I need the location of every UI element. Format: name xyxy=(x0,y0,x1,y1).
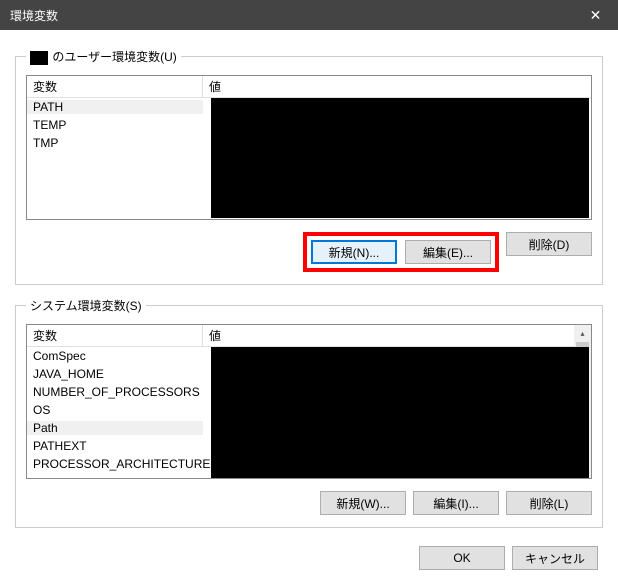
variable-name: TMP xyxy=(27,136,203,150)
new-user-var-button[interactable]: 新規(N)... xyxy=(311,240,397,264)
column-header-value[interactable]: 値 xyxy=(203,76,591,97)
variable-name: JAVA_HOME xyxy=(27,367,203,381)
column-header-variable[interactable]: 変数 xyxy=(27,325,203,346)
variable-name: OS xyxy=(27,403,203,417)
redacted-username xyxy=(30,51,48,65)
variable-name: Path xyxy=(27,421,203,435)
window-title: 環境変数 xyxy=(10,7,58,24)
user-legend: のユーザー環境変数(U) xyxy=(26,48,181,65)
delete-user-var-button[interactable]: 削除(D) xyxy=(506,232,592,256)
dialog-button-row: OK キャンセル xyxy=(15,546,603,570)
edit-system-var-button[interactable]: 編集(I)... xyxy=(413,491,499,515)
table-header: 変数 値 xyxy=(27,76,591,98)
scroll-up-icon[interactable]: ▴ xyxy=(574,325,591,342)
column-header-variable[interactable]: 変数 xyxy=(27,76,203,97)
system-variables-table[interactable]: 変数 値 ▴ ▾ ComSpec JAVA_HOME NUMBER_OF_PRO… xyxy=(26,324,592,479)
user-variables-table[interactable]: 変数 値 PATH TEMP TMP xyxy=(26,75,592,220)
new-system-var-button[interactable]: 新規(W)... xyxy=(320,491,406,515)
close-icon: ✕ xyxy=(590,7,602,24)
system-button-row: 新規(W)... 編集(I)... 削除(L) xyxy=(26,491,592,515)
user-variables-group: のユーザー環境変数(U) 変数 値 PATH TEMP TMP 新規(N)...… xyxy=(15,48,603,285)
column-header-value[interactable]: 値 xyxy=(203,325,591,346)
user-button-row: 新規(N)... 編集(E)... 削除(D) xyxy=(26,232,592,272)
variable-name: TEMP xyxy=(27,118,203,132)
redacted-values xyxy=(211,347,589,478)
variable-name: PROCESSOR_ARCHITECTURE xyxy=(27,457,203,471)
titlebar: 環境変数 ✕ xyxy=(0,0,618,30)
variable-name: ComSpec xyxy=(27,349,203,363)
cancel-button[interactable]: キャンセル xyxy=(512,546,598,570)
system-variables-group: システム環境変数(S) 変数 値 ▴ ▾ ComSpec JAVA_HOME N… xyxy=(15,297,603,528)
ok-button[interactable]: OK xyxy=(419,546,505,570)
system-legend: システム環境変数(S) xyxy=(26,297,146,314)
variable-name: NUMBER_OF_PROCESSORS xyxy=(27,385,203,399)
close-button[interactable]: ✕ xyxy=(573,0,618,30)
edit-user-var-button[interactable]: 編集(E)... xyxy=(405,240,491,264)
highlight-annotation: 新規(N)... 編集(E)... xyxy=(303,232,499,272)
variable-name: PATHEXT xyxy=(27,439,203,453)
content-area: のユーザー環境変数(U) 変数 値 PATH TEMP TMP 新規(N)...… xyxy=(0,30,618,580)
delete-system-var-button[interactable]: 削除(L) xyxy=(506,491,592,515)
variable-name: PATH xyxy=(27,100,203,114)
table-header: 変数 値 xyxy=(27,325,591,347)
redacted-values xyxy=(211,98,589,218)
